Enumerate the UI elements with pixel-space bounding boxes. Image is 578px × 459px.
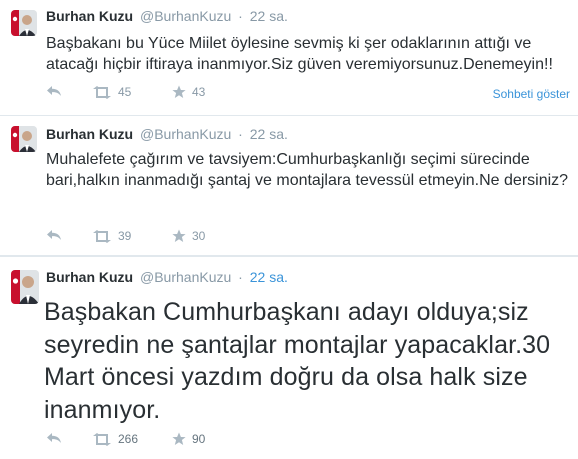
avatar[interactable] xyxy=(11,126,37,152)
separator-dot: · xyxy=(238,126,243,142)
show-conversation-link[interactable]: Sohbeti göster xyxy=(493,87,570,101)
avatar[interactable] xyxy=(11,270,39,304)
retweet-count: 266 xyxy=(118,432,139,446)
tweet-timestamp[interactable]: 22 sa. xyxy=(250,126,288,142)
author-name[interactable]: Burhan Kuzu xyxy=(46,269,133,285)
reply-icon xyxy=(47,86,61,96)
tweet-header: Burhan Kuzu @BurhanKuzu · 22 sa. xyxy=(46,269,288,285)
star-icon xyxy=(172,229,186,242)
separator-dot: · xyxy=(238,8,243,24)
author-name[interactable]: Burhan Kuzu xyxy=(46,8,133,24)
tweet[interactable]: Burhan Kuzu @BurhanKuzu · 22 sa. Başbaka… xyxy=(0,0,578,116)
reply-icon xyxy=(47,433,61,443)
tweet-text: Muhalefete çağırım ve tavsiyem:Cumhurbaş… xyxy=(46,151,569,189)
retweet-count: 45 xyxy=(118,85,132,99)
reply-icon xyxy=(47,230,61,240)
retweet-button[interactable]: 45 xyxy=(92,85,131,99)
favorite-button[interactable]: 30 xyxy=(172,229,205,243)
favorite-count: 30 xyxy=(192,229,206,243)
tweet-timeline: Burhan Kuzu @BurhanKuzu · 22 sa. Başbaka… xyxy=(0,0,578,459)
reply-button[interactable] xyxy=(46,432,62,444)
tweet-header: Burhan Kuzu @BurhanKuzu · 22 sa. xyxy=(46,8,288,24)
tweet-text: Başbakan Cumhurbaşkanı adayı olduya;siz … xyxy=(44,298,551,424)
star-icon xyxy=(172,432,186,445)
favorite-count: 90 xyxy=(192,432,206,446)
tweet[interactable]: Burhan Kuzu @BurhanKuzu · 22 sa. Muhalef… xyxy=(0,116,578,256)
retweet-button[interactable]: 266 xyxy=(92,432,138,446)
retweet-icon xyxy=(93,432,111,446)
retweet-icon xyxy=(93,85,111,99)
author-name[interactable]: Burhan Kuzu xyxy=(46,126,133,142)
author-username[interactable]: @BurhanKuzu xyxy=(140,269,231,285)
tweet[interactable]: Burhan Kuzu @BurhanKuzu · 22 sa. Başbaka… xyxy=(0,256,578,459)
retweet-icon xyxy=(93,229,111,243)
retweet-button[interactable]: 39 xyxy=(92,229,131,243)
favorite-button[interactable]: 90 xyxy=(172,432,205,446)
avatar[interactable] xyxy=(11,10,37,36)
tweet-timestamp[interactable]: 22 sa. xyxy=(250,269,288,285)
reply-button[interactable] xyxy=(46,85,62,97)
tweet-header: Burhan Kuzu @BurhanKuzu · 22 sa. xyxy=(46,126,288,142)
author-username[interactable]: @BurhanKuzu xyxy=(140,8,231,24)
retweet-count: 39 xyxy=(118,229,132,243)
star-icon xyxy=(172,85,186,98)
favorite-button[interactable]: 43 xyxy=(172,85,205,99)
tweet-text: Başbakanı bu Yüce Miilet öylesine sevmiş… xyxy=(46,35,553,73)
author-username[interactable]: @BurhanKuzu xyxy=(140,126,231,142)
favorite-count: 43 xyxy=(192,85,206,99)
separator-dot: · xyxy=(238,269,243,285)
tweet-timestamp[interactable]: 22 sa. xyxy=(250,8,288,24)
reply-button[interactable] xyxy=(46,229,62,241)
